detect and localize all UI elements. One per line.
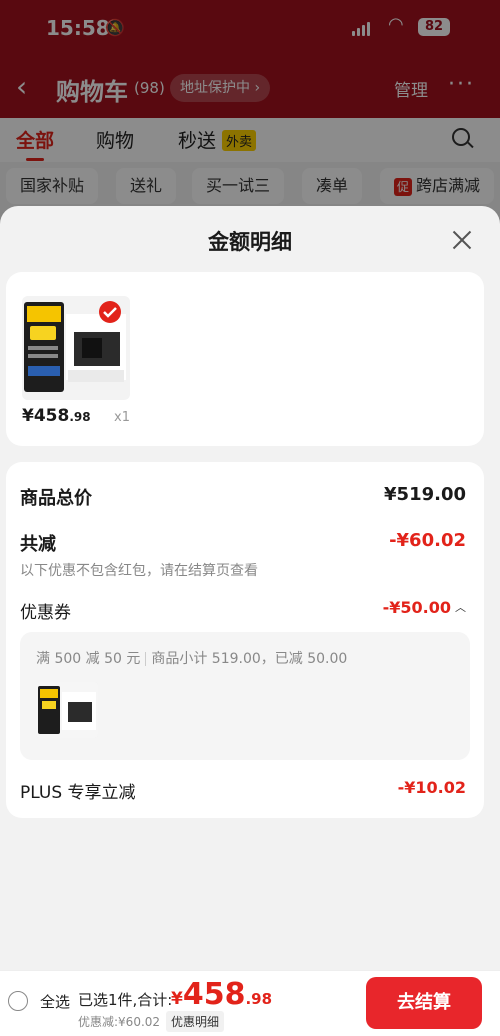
- chevron-up-icon: ︿: [455, 601, 466, 614]
- divider: [145, 652, 147, 666]
- coupon-toggle[interactable]: -¥50.00 ︿: [383, 598, 466, 617]
- close-icon[interactable]: [450, 228, 474, 252]
- product-image[interactable]: [22, 296, 130, 400]
- coupon-description: 满 500 减 50 元商品小计 519.00，已减 50.00: [36, 648, 347, 668]
- coupon-value: -¥50.00: [382, 598, 451, 617]
- total-label: 商品总价: [20, 488, 92, 509]
- sheet-title: 金额明细: [208, 230, 292, 254]
- total-integer: 458: [182, 977, 246, 1012]
- product-price: ¥458.98: [22, 406, 91, 426]
- total-value: ¥519.00: [384, 484, 466, 505]
- total-price: ¥458.98: [171, 977, 272, 1012]
- coupon-rule: 满 500 减 50 元: [36, 651, 141, 667]
- select-all-label[interactable]: 全选: [40, 991, 70, 1012]
- plus-discount-label: PLUS 专享立减: [20, 783, 136, 803]
- coupon-subtotal: 商品小计 519.00，已减 50.00: [151, 651, 348, 667]
- total-currency: ¥: [171, 989, 183, 1009]
- selected-summary: 已选1件,合计:: [78, 991, 173, 1009]
- checkout-button[interactable]: 去结算: [366, 977, 482, 1029]
- price-detail-card: 商品总价 ¥519.00 共减 -¥60.02 以下优惠不包含红包，请在结算页查…: [6, 462, 484, 818]
- reduce-label: 共减: [20, 534, 56, 555]
- select-all-radio[interactable]: [8, 991, 28, 1011]
- total-decimal: .98: [245, 990, 273, 1008]
- product-card: ¥458.98 x1: [6, 272, 484, 446]
- product-price-decimal: .98: [69, 410, 91, 424]
- checkout-bar: 全选 已选1件,合计: ¥458.98 优惠减:¥60.02 优惠明细 去结算: [0, 970, 500, 1036]
- coupon-product-image: [36, 682, 98, 738]
- amount-detail-sheet: 金额明细 ¥458.98 x1 商品总价 ¥519.00 共减 -¥60.02 …: [0, 206, 500, 970]
- discount-summary: 优惠减:¥60.02: [78, 1015, 161, 1029]
- coupon-detail-box: 满 500 减 50 元商品小计 519.00，已减 50.00: [20, 632, 470, 760]
- discount-detail-button[interactable]: 优惠明细: [166, 1011, 225, 1032]
- product-price-int: ¥458: [22, 406, 70, 426]
- red-packet-note: 以下优惠不包含红包，请在结算页查看: [20, 563, 258, 579]
- product-quantity: x1: [114, 410, 130, 425]
- coupon-label: 优惠券: [20, 603, 71, 623]
- reduce-value: -¥60.02: [389, 530, 466, 551]
- plus-discount-value: -¥10.02: [397, 778, 466, 797]
